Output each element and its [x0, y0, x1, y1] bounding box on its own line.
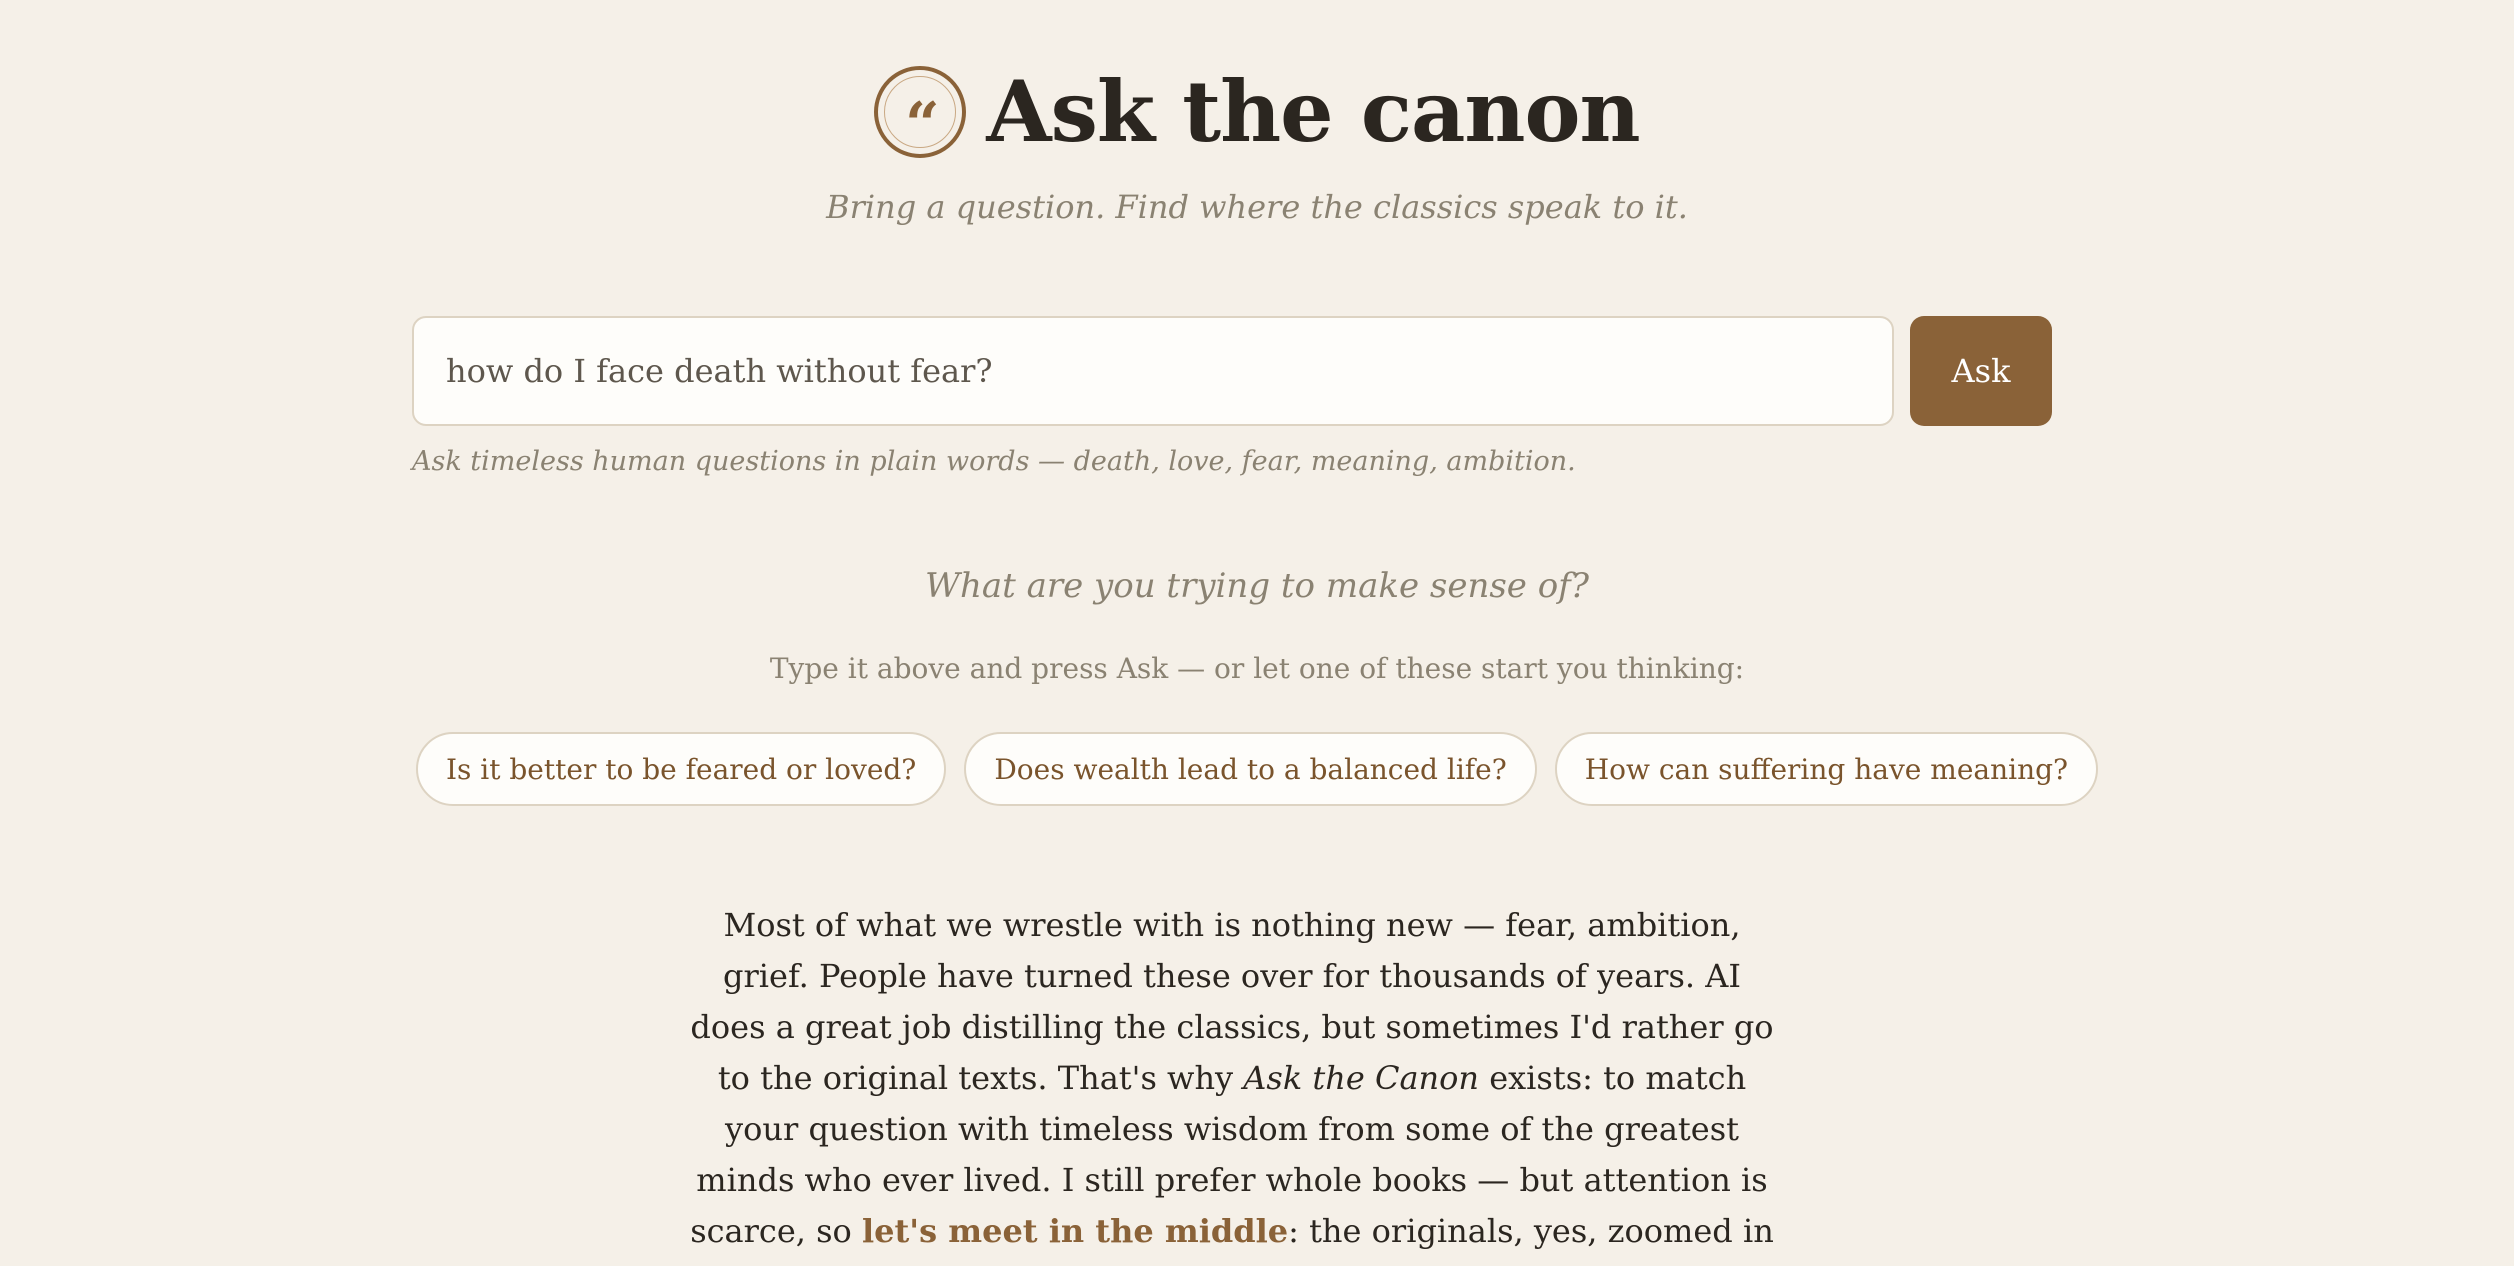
prompt-heading: What are you trying to make sense of? — [925, 566, 1589, 606]
quote-glyph: “ — [905, 90, 939, 160]
suggestion-chip-feared-or-loved[interactable]: Is it better to be feared or loved? — [415, 732, 947, 806]
page-title: Ask the canon — [986, 62, 1640, 161]
search-input[interactable] — [412, 316, 1894, 426]
search-hint: Ask timeless human questions in plain wo… — [412, 446, 1576, 477]
suggestion-chips: Is it better to be feared or loved? Does… — [0, 732, 2514, 806]
search-row: Ask — [412, 316, 2052, 426]
header: “ Ask the canon — [0, 66, 2514, 158]
suggestion-chip-suffering[interactable]: How can suffering have meaning? — [1554, 732, 2099, 806]
prompt-subheading: Type it above and press Ask — or let one… — [769, 652, 1745, 685]
about-paragraph: Most of what we wrestle with is nothing … — [682, 900, 1782, 1266]
quote-icon: “ — [874, 66, 967, 160]
about-app-name: Ask the Canon — [1243, 1059, 1480, 1097]
ask-button[interactable]: Ask — [1910, 316, 2052, 426]
page-subtitle: Bring a question. Find where the classic… — [826, 188, 1688, 226]
page: “ Ask the canon Bring a question. Find w… — [0, 0, 2514, 1266]
suggestion-chip-wealth[interactable]: Does wealth lead to a balanced life? — [964, 732, 1537, 806]
meet-in-the-middle-link[interactable]: let's meet in the middle — [862, 1212, 1288, 1250]
